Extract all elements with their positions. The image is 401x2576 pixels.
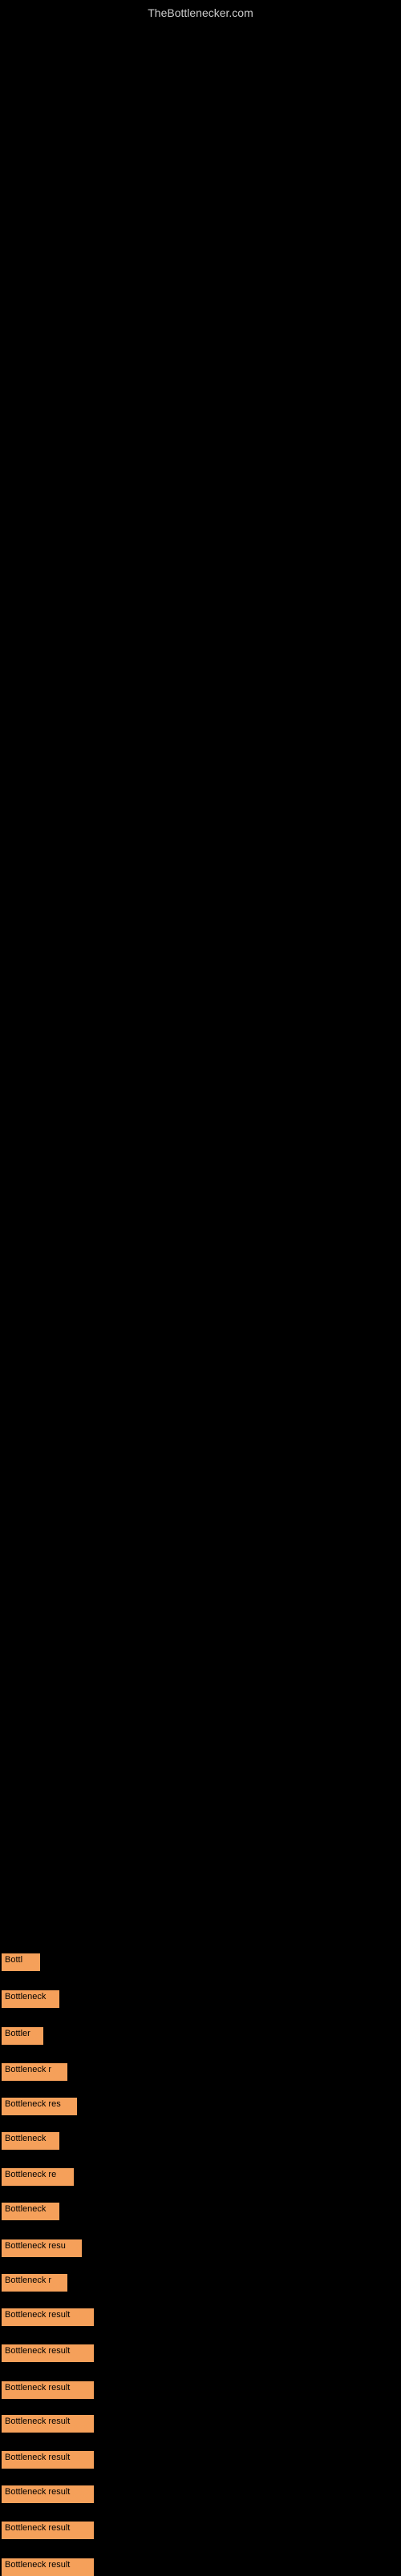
bottleneck-result-item: Bottleneck — [2, 2132, 59, 2150]
bottleneck-result-item: Bottleneck result — [2, 2485, 94, 2503]
bottleneck-result-item: Bottleneck result — [2, 2344, 94, 2362]
bottleneck-result-item: Bottleneck r — [2, 2274, 67, 2292]
bottleneck-result-item: Bottleneck result — [2, 2558, 94, 2576]
bottleneck-result-item: Bottleneck result — [2, 2522, 94, 2539]
bottleneck-result-item: Bottleneck r — [2, 2063, 67, 2081]
bottleneck-result-item: Bottleneck resu — [2, 2239, 82, 2257]
bottleneck-result-item: Bottleneck result — [2, 2451, 94, 2469]
bottleneck-result-item: Bottleneck re — [2, 2168, 74, 2186]
bottleneck-result-item: Bottleneck result — [2, 2308, 94, 2326]
bottleneck-result-item: Bottleneck — [2, 2203, 59, 2220]
bottleneck-result-item: Bottleneck result — [2, 2381, 94, 2399]
bottleneck-result-item: Bottler — [2, 2027, 43, 2045]
site-title: TheBottlenecker.com — [148, 6, 253, 19]
bottleneck-result-item: Bottleneck result — [2, 2415, 94, 2433]
bottleneck-result-item: Bottleneck — [2, 1990, 59, 2008]
bottleneck-result-item: Bottl — [2, 1953, 40, 1971]
bottleneck-result-item: Bottleneck res — [2, 2098, 77, 2115]
